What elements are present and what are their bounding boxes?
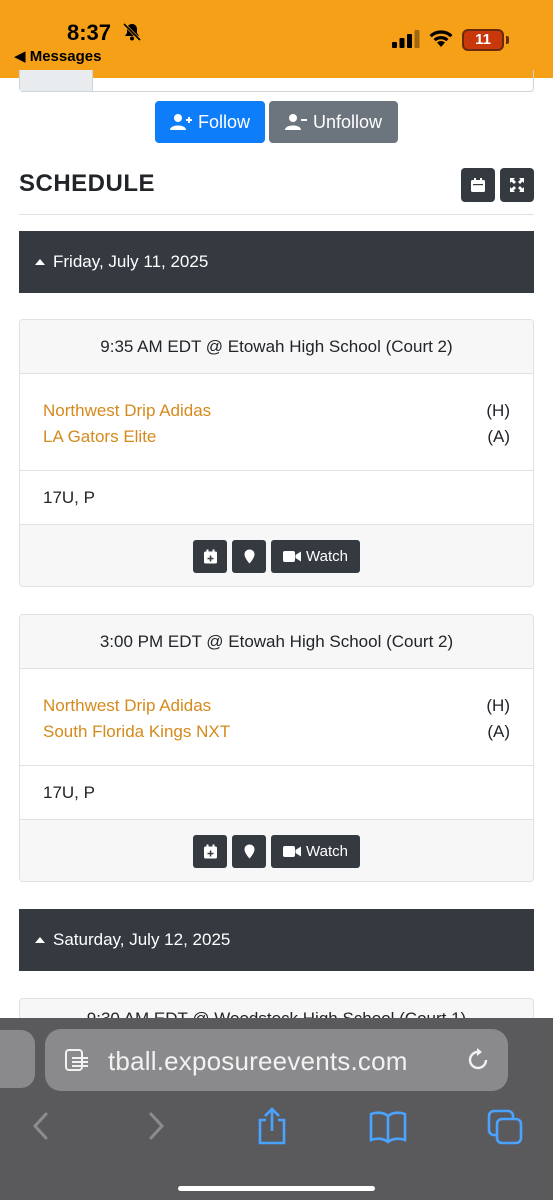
game-teams: Northwest Drip Adidas (H) South Florida … [20, 669, 533, 766]
away-marker: (A) [487, 427, 510, 446]
caret-up-icon [35, 937, 45, 943]
team-link[interactable]: LA Gators Elite [43, 424, 156, 450]
divider [19, 214, 534, 215]
game-teams: Northwest Drip Adidas (H) LA Gators Elit… [20, 374, 533, 471]
status-bar: 8:37 ◀ Messages 11 [0, 0, 553, 78]
home-marker: (H) [486, 401, 510, 420]
battery-level: 11 [475, 31, 491, 48]
reload-icon[interactable] [465, 1047, 491, 1073]
game-time-location: 3:00 PM EDT @ Etowah High School (Court … [20, 615, 533, 669]
game-time-location: 9:35 AM EDT @ Etowah High School (Court … [20, 320, 533, 374]
game-actions: Watch [20, 820, 533, 881]
wifi-icon [429, 30, 453, 47]
team-link[interactable]: Northwest Drip Adidas [43, 693, 211, 719]
map-location-button[interactable] [232, 834, 266, 868]
team-row-home: Northwest Drip Adidas (H) [43, 693, 510, 719]
map-marker-icon [244, 549, 254, 563]
expand-button[interactable] [500, 168, 534, 202]
calendar-plus-icon [203, 844, 217, 858]
address-bar[interactable]: tball.exposureevents.com [45, 1029, 508, 1091]
map-location-button[interactable] [232, 539, 266, 573]
previous-tab-preview[interactable] [0, 1030, 35, 1088]
video-camera-icon [283, 550, 302, 562]
battery-tip [506, 36, 509, 44]
game-division: 17U, P [20, 766, 533, 820]
cellular-signal-icon [392, 30, 420, 48]
watch-button[interactable]: Watch [271, 834, 360, 868]
team-row-away: South Florida Kings NXT (A) [43, 719, 510, 745]
bell-slash-icon [122, 22, 142, 42]
day-header-friday[interactable]: Friday, July 11, 2025 [19, 231, 534, 293]
expand-icon [510, 178, 524, 192]
add-to-calendar-button[interactable] [193, 539, 227, 573]
partial-input-field[interactable] [19, 70, 534, 92]
team-link[interactable]: South Florida Kings NXT [43, 719, 230, 745]
team-link[interactable]: Northwest Drip Adidas [43, 398, 211, 424]
unfollow-label: Unfollow [312, 111, 383, 132]
url-text: tball.exposureevents.com [108, 1046, 408, 1076]
home-indicator [178, 1186, 375, 1191]
back-icon[interactable] [22, 1106, 60, 1146]
game-card: 9:35 AM EDT @ Etowah High School (Court … [19, 319, 534, 587]
watch-label: Watch [306, 547, 348, 565]
add-to-calendar-button[interactable] [193, 834, 227, 868]
team-row-home: Northwest Drip Adidas (H) [43, 398, 510, 424]
game-card: 3:00 PM EDT @ Etowah High School (Court … [19, 614, 534, 882]
back-to-messages[interactable]: ◀ Messages [14, 47, 101, 65]
user-minus-icon [284, 114, 307, 130]
caret-up-icon [35, 259, 45, 265]
day-label: Saturday, July 12, 2025 [53, 930, 231, 949]
calendar-icon [471, 178, 485, 192]
team-row-away: LA Gators Elite (A) [43, 424, 510, 450]
game-actions: Watch [20, 525, 533, 586]
forward-icon[interactable] [137, 1106, 175, 1146]
input-addon [20, 70, 93, 91]
browser-toolbar: tball.exposureevents.com [0, 1018, 553, 1200]
calendar-button[interactable] [461, 168, 495, 202]
home-marker: (H) [486, 696, 510, 715]
game-division: 17U, P [20, 471, 533, 525]
tabs-icon[interactable] [486, 1106, 524, 1146]
watch-button[interactable]: Watch [271, 539, 360, 573]
map-marker-icon [244, 844, 254, 858]
follow-label: Follow [197, 111, 250, 132]
away-marker: (A) [487, 722, 510, 741]
clock: 8:37 [67, 20, 112, 45]
bookmarks-icon[interactable] [369, 1106, 407, 1146]
day-header-saturday[interactable]: Saturday, July 12, 2025 [19, 909, 534, 971]
unfollow-button[interactable]: Unfollow [269, 101, 398, 143]
page-format-icon [65, 1049, 88, 1071]
share-icon[interactable] [253, 1106, 291, 1146]
user-plus-icon [169, 114, 192, 130]
calendar-plus-icon [203, 549, 217, 563]
watch-label: Watch [306, 842, 348, 860]
follow-button[interactable]: Follow [155, 101, 265, 143]
battery-indicator: 11 [462, 29, 504, 51]
schedule-title: SCHEDULE [19, 170, 156, 197]
day-label: Friday, July 11, 2025 [53, 252, 209, 271]
video-camera-icon [283, 845, 302, 857]
